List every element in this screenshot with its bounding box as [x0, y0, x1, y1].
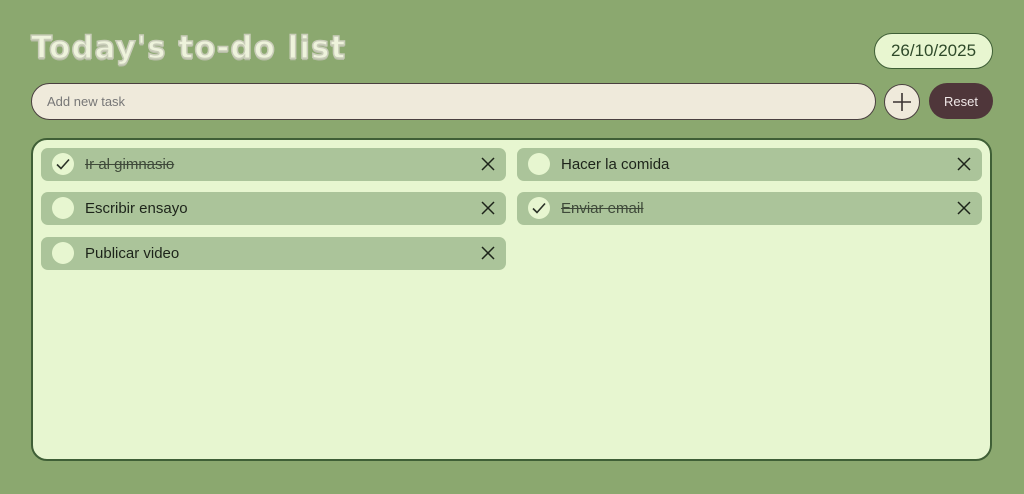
task-item: Enviar email [517, 192, 982, 225]
task-item: Escribir ensayo [41, 192, 506, 225]
task-label: Ir al gimnasio [85, 156, 175, 173]
new-task-input[interactable] [31, 83, 876, 120]
task-item: Hacer la comida [517, 148, 982, 181]
delete-task-button[interactable] [955, 155, 973, 173]
check-icon [532, 202, 546, 214]
date-badge: 26/10/2025 [874, 33, 993, 69]
task-label: Hacer la comida [561, 156, 670, 173]
task-item: Ir al gimnasio [41, 148, 506, 181]
todo-app: Today's to-do list 26/10/2025 Reset Ir a… [0, 0, 1024, 494]
close-icon [481, 157, 495, 171]
close-icon [481, 246, 495, 260]
task-list-panel: Ir al gimnasio Hacer la comida Escribir … [31, 138, 992, 461]
task-checkbox[interactable] [528, 153, 550, 175]
reset-button[interactable]: Reset [929, 83, 993, 119]
task-item: Publicar video [41, 237, 506, 270]
task-checkbox[interactable] [52, 242, 74, 264]
delete-task-button[interactable] [955, 199, 973, 217]
task-checkbox[interactable] [528, 197, 550, 219]
close-icon [481, 201, 495, 215]
delete-task-button[interactable] [479, 244, 497, 262]
plus-icon [893, 93, 911, 111]
task-label: Escribir ensayo [85, 200, 188, 217]
delete-task-button[interactable] [479, 199, 497, 217]
check-icon [56, 158, 70, 170]
task-checkbox[interactable] [52, 197, 74, 219]
add-task-button[interactable] [884, 84, 920, 120]
close-icon [957, 201, 971, 215]
delete-task-button[interactable] [479, 155, 497, 173]
task-label: Enviar email [561, 200, 644, 217]
task-label: Publicar video [85, 245, 180, 262]
page-title: Today's to-do list [30, 29, 347, 67]
task-checkbox[interactable] [52, 153, 74, 175]
close-icon [957, 157, 971, 171]
